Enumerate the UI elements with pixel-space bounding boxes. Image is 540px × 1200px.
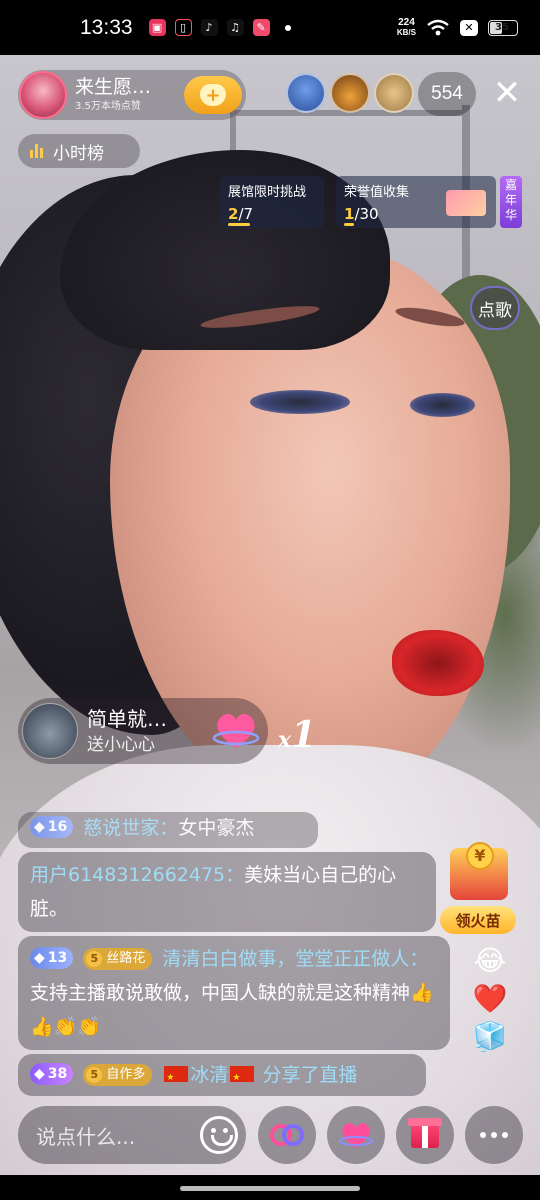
- laughing-emoji-icon: 😂: [473, 944, 507, 977]
- user-level-badge: ◆ 13: [30, 947, 74, 969]
- treasure-box-icon: ¥: [450, 842, 508, 900]
- viewer-avatar[interactable]: [374, 73, 414, 113]
- chat-username[interactable]: 用户6148312662475: [30, 864, 225, 886]
- gift-action: 送小心心: [87, 734, 155, 755]
- chat-text: 分享了直播: [262, 1064, 358, 1086]
- more-icon: [480, 1132, 508, 1138]
- user-level-badge: ◆ 16: [30, 816, 74, 838]
- challenge-card-exhibition[interactable]: 展馆限时挑战 2/7: [220, 176, 324, 228]
- comment-placeholder: 说点什么...: [36, 1124, 136, 1149]
- gift-button[interactable]: [396, 1106, 454, 1164]
- heart-icon: [339, 1123, 373, 1148]
- gift-notification: 简单就… 送小心心: [18, 698, 268, 764]
- china-flag-icon: [164, 1063, 189, 1093]
- request-song-button[interactable]: 点歌: [470, 286, 520, 330]
- hourly-rank-button[interactable]: 小时榜: [18, 134, 140, 168]
- gift-multiplier: x1: [278, 714, 317, 756]
- follow-button[interactable]: +: [184, 76, 242, 114]
- hourly-rank-label: 小时榜: [53, 143, 104, 164]
- fan-club-badge: 5 丝路花: [83, 948, 153, 970]
- floating-reactions: 😂 ❤️ 🧊: [470, 942, 510, 1056]
- gift-sender-avatar[interactable]: [22, 703, 78, 759]
- emoji-icon[interactable]: [200, 1116, 238, 1154]
- chat-message[interactable]: ◆ 13 5 丝路花 清清白白做事，堂堂正正做人：支持主播敢说敢做，中国人缺的就是这…: [18, 936, 450, 1050]
- carnival-tab[interactable]: 嘉年华: [500, 176, 522, 228]
- user-level-badge: ◆ 38: [30, 1063, 74, 1085]
- douyin-icon: ♪: [200, 19, 218, 36]
- china-flag-icon: [230, 1063, 255, 1093]
- chat-message[interactable]: ◆ 16 慈说世家：女中豪杰: [18, 812, 318, 848]
- challenge-progress: 2/7: [228, 205, 254, 223]
- host-eye: [250, 390, 350, 414]
- host-likes: 3.5万本场点赞: [75, 101, 141, 112]
- like-button[interactable]: [327, 1106, 385, 1164]
- ice-emoji-icon: 🧊: [472, 1020, 508, 1053]
- video-app-icon: ▣: [148, 19, 166, 36]
- viewer-count[interactable]: 554: [418, 72, 476, 116]
- battery-icon: 35: [488, 19, 518, 36]
- link-button[interactable]: [258, 1106, 316, 1164]
- chat-message[interactable]: 用户6148312662475：美妹当心自己的心脏。: [18, 852, 436, 932]
- viewer-avatar[interactable]: [330, 73, 370, 113]
- heart-plus-icon: +: [200, 84, 226, 106]
- more-button[interactable]: [465, 1106, 523, 1164]
- notification-dot-icon: [284, 24, 291, 31]
- comment-input[interactable]: 说点什么...: [18, 1106, 246, 1164]
- notes-app-icon: ✎: [252, 19, 270, 36]
- challenge-progress-bar: [344, 223, 354, 226]
- heart-emoji-icon: ❤️: [472, 982, 508, 1015]
- fan-club-badge: 5 自作多: [83, 1064, 153, 1086]
- chat-text: 女中豪杰: [178, 817, 255, 839]
- wifi-icon: [427, 19, 449, 35]
- chat-username[interactable]: 慈说世家: [83, 817, 159, 839]
- heart-gift-icon: [212, 713, 260, 748]
- rank-bars-icon: [30, 144, 43, 158]
- challenge-progress-bar: [228, 223, 250, 226]
- status-bar: 13:33 ▣ ▯ ♪ ♫ ✎ 224 KB/S ✕ 35: [0, 0, 540, 55]
- chat-username[interactable]: 冰清: [190, 1064, 228, 1086]
- viewer-avatar[interactable]: [286, 73, 326, 113]
- chat-text: 支持主播敢说敢做，中国人缺的就是这种精神👍👍👏👏: [30, 982, 434, 1038]
- host-eye: [410, 393, 475, 417]
- douyin-lite-icon: ♫: [226, 19, 244, 36]
- link-icon: [270, 1124, 304, 1146]
- host-lips: [392, 630, 484, 696]
- challenge-card-honor[interactable]: 荣誉值收集 1/30: [336, 176, 496, 228]
- status-time: 13:33: [80, 15, 133, 39]
- chat-username[interactable]: 清清白白做事，堂堂正正做人: [162, 948, 409, 970]
- host-avatar[interactable]: [19, 71, 67, 119]
- phone-app-icon: ▯: [174, 19, 192, 36]
- host-name[interactable]: 来生愿…: [75, 78, 151, 97]
- challenge-title: 展馆限时挑战: [228, 185, 307, 200]
- gift-icon: [408, 1118, 442, 1148]
- fire-reward-label[interactable]: 领火苗: [440, 906, 516, 934]
- host-info-bar[interactable]: 来生愿… 3.5万本场点赞 +: [18, 70, 246, 120]
- gift-sender-name: 简单就…: [87, 706, 167, 731]
- fire-reward-widget[interactable]: ¥ 领火苗: [440, 840, 522, 940]
- honor-badge-icon: [446, 190, 486, 216]
- home-indicator[interactable]: [180, 1186, 360, 1191]
- network-speed: 224 KB/S: [396, 16, 416, 37]
- chat-message[interactable]: ◆38 5自作多 冰清 分享了直播: [18, 1054, 426, 1096]
- close-icon[interactable]: ✕: [490, 76, 524, 110]
- close-box-icon: ✕: [460, 19, 478, 36]
